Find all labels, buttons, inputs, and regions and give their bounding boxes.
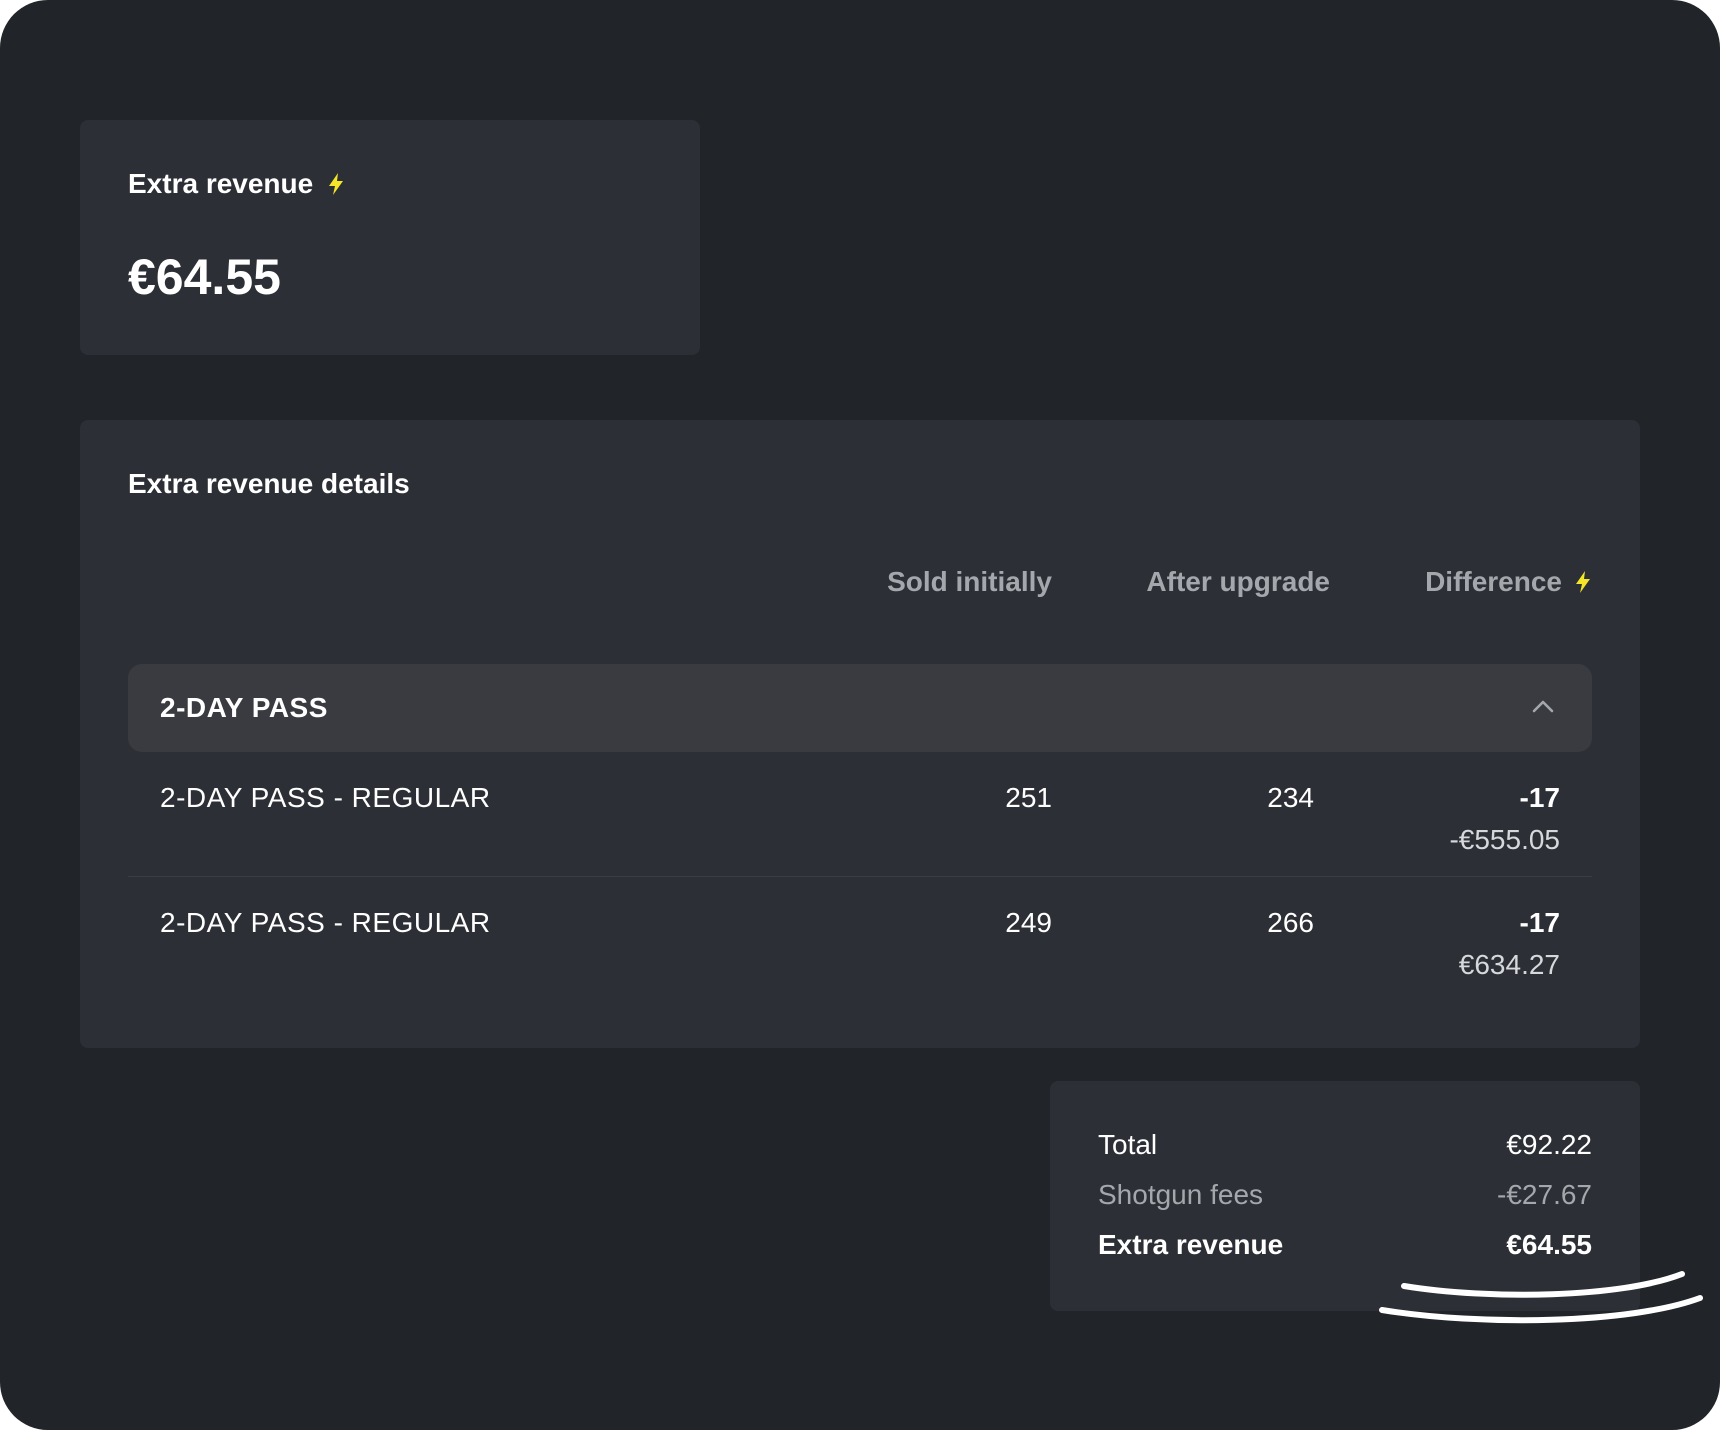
fees-row: Shotgun fees -€27.67	[1098, 1179, 1592, 1219]
summary-label: Extra revenue	[128, 168, 314, 199]
difference-amount: €634.27	[1458, 949, 1560, 980]
column-header-label: Difference	[1425, 566, 1562, 597]
difference-amount: -€555.05	[1449, 824, 1560, 855]
fees-value: -€27.67	[1497, 1179, 1592, 1210]
difference-count: -17	[1519, 782, 1560, 813]
lightning-bolt-icon	[329, 173, 344, 195]
total-value: €92.22	[1506, 1129, 1592, 1160]
group-header-2-day-pass[interactable]: 2-DAY PASS	[128, 664, 1592, 752]
chevron-up-icon[interactable]	[1530, 694, 1556, 720]
lightning-bolt-icon	[1576, 571, 1590, 593]
column-header-label: After upgrade	[1146, 566, 1330, 597]
column-header-sold-initially: Sold initially	[887, 566, 1052, 598]
ticket-name: 2-DAY PASS - REGULAR	[160, 782, 491, 813]
total-label: Total	[1098, 1129, 1158, 1160]
ticket-name: 2-DAY PASS - REGULAR	[160, 907, 491, 938]
column-header-label: Sold initially	[887, 566, 1052, 597]
after-upgrade-value: 266	[1267, 907, 1314, 938]
summary-value: €64.55	[128, 249, 281, 305]
group-title: 2-DAY PASS	[160, 692, 328, 723]
total-row: Total €92.22	[1098, 1129, 1592, 1169]
sold-initially-value: 249	[1005, 907, 1052, 938]
extra-revenue-label: Extra revenue	[1098, 1229, 1284, 1260]
table-row: 2-DAY PASS - REGULAR 249 266 -17 €634.27	[128, 877, 1592, 1001]
extra-revenue-value: €64.55	[1506, 1229, 1592, 1260]
column-header-after-upgrade: After upgrade	[1146, 566, 1330, 598]
details-title: Extra revenue details	[128, 468, 410, 499]
table-row: 2-DAY PASS - REGULAR 251 234 -17 -€555.0…	[128, 752, 1592, 877]
column-header-difference: Difference	[1425, 566, 1592, 598]
summary-label-row: Extra revenue	[128, 168, 345, 200]
extra-revenue-details-card: Extra revenue details Sold initially Aft…	[80, 420, 1640, 1048]
underline-scribble-decoration	[1379, 1271, 1703, 1324]
fees-label: Shotgun fees	[1098, 1179, 1264, 1210]
extra-revenue-summary-card: Extra revenue €64.55	[80, 120, 700, 355]
sold-initially-value: 251	[1005, 782, 1052, 813]
difference-count: -17	[1519, 907, 1560, 938]
page-frame: Extra revenue €64.55 Extra revenue detai…	[0, 0, 1720, 1430]
after-upgrade-value: 234	[1267, 782, 1314, 813]
